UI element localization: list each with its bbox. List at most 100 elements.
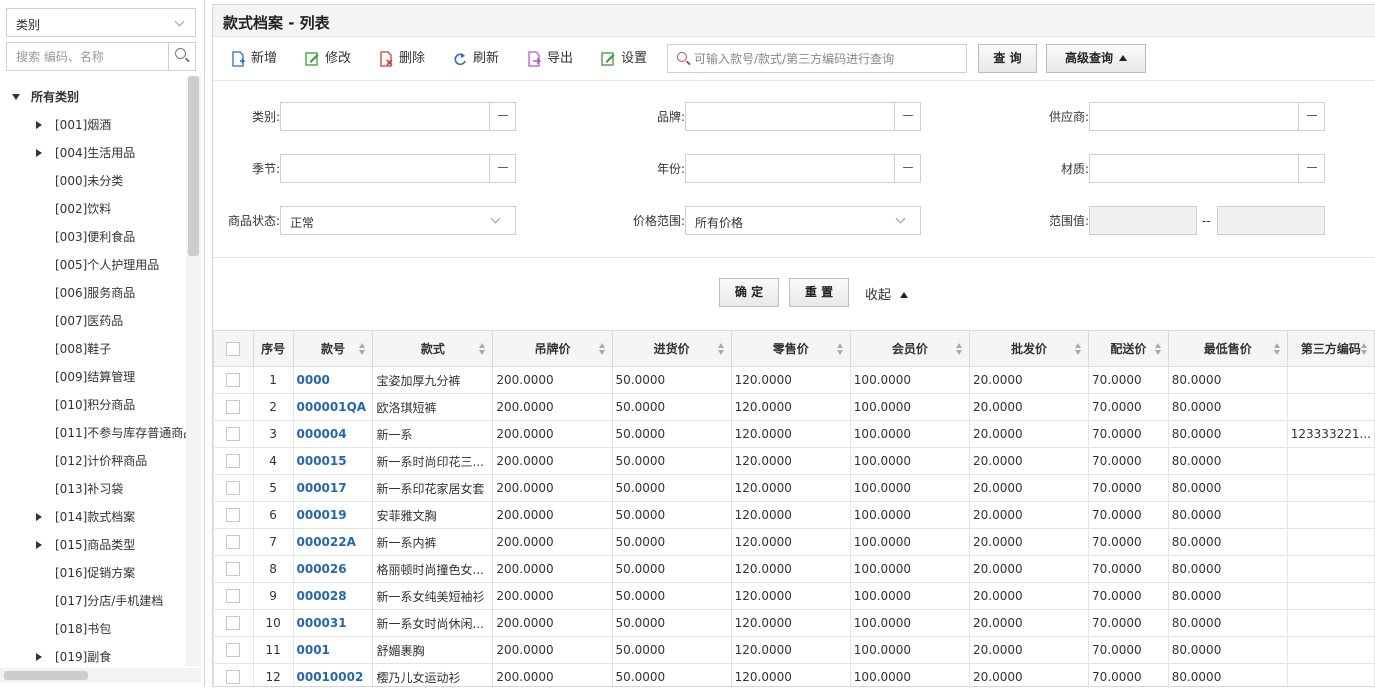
tree-item[interactable]: [000]未分类 xyxy=(0,167,186,195)
range-max-input[interactable] xyxy=(1217,206,1325,235)
table-row[interactable]: 1200010002樱乃儿女运动衫200.000050.0000120.0000… xyxy=(214,664,1375,688)
row-checkbox[interactable] xyxy=(226,643,240,657)
collapse-filters-link[interactable]: 收起 xyxy=(865,284,908,303)
table-row[interactable]: 10000宝姿加厚九分裤200.000050.0000120.0000100.0… xyxy=(214,367,1375,394)
tree-horizontal-scroll-thumb[interactable] xyxy=(4,671,88,680)
delete-button[interactable]: 删除 xyxy=(379,48,425,70)
tree-item[interactable]: [013]补习袋 xyxy=(0,475,186,503)
style-code-link[interactable]: 000022A xyxy=(293,529,373,556)
season-filter-field[interactable]: --- xyxy=(280,154,516,183)
tree-item[interactable]: [017]分店/手机建档 xyxy=(0,587,186,615)
table-row[interactable]: 7000022A新一系内裤200.000050.0000120.0000100.… xyxy=(214,529,1375,556)
tree-expand-icon[interactable] xyxy=(36,653,42,661)
tree-root-item[interactable]: 所有类别 xyxy=(0,83,186,111)
tree-item[interactable]: [001]烟酒 xyxy=(0,111,186,139)
column-header[interactable]: 第三方编码 xyxy=(1287,331,1374,367)
select-all-checkbox[interactable] xyxy=(226,342,240,356)
row-checkbox[interactable] xyxy=(226,400,240,414)
season-picker-button[interactable]: --- xyxy=(489,155,515,182)
tree-item[interactable]: [011]不参与库存普通商品 xyxy=(0,419,186,447)
sort-icon[interactable] xyxy=(718,343,725,355)
table-row[interactable]: 10000031新一系女时尚休闲...200.000050.0000120.00… xyxy=(214,610,1375,637)
add-button[interactable]: 新增 xyxy=(231,48,277,70)
material-picker-button[interactable]: --- xyxy=(1298,155,1324,182)
style-code-link[interactable]: 000001QA xyxy=(293,394,373,421)
tree-item[interactable]: [010]积分商品 xyxy=(0,391,186,419)
tree-expand-icon[interactable] xyxy=(36,149,42,157)
export-button[interactable]: 导出 xyxy=(527,48,573,70)
refresh-button[interactable]: 刷新 xyxy=(453,48,499,70)
row-checkbox[interactable] xyxy=(226,562,240,576)
query-button[interactable]: 查 询 xyxy=(978,44,1037,73)
reset-button[interactable]: 重 置 xyxy=(789,278,849,307)
column-header[interactable]: 最低售价 xyxy=(1168,331,1287,367)
sort-icon[interactable] xyxy=(956,343,963,355)
column-header[interactable]: 批发价 xyxy=(969,331,1088,367)
supplier-picker-button[interactable]: --- xyxy=(1298,103,1324,130)
status-select[interactable]: 正常 xyxy=(280,206,516,235)
style-code-link[interactable]: 000015 xyxy=(293,448,373,475)
tree-vertical-scrollbar[interactable] xyxy=(186,76,201,666)
column-header[interactable]: 会员价 xyxy=(850,331,969,367)
row-checkbox[interactable] xyxy=(226,427,240,441)
brand-picker-button[interactable]: --- xyxy=(894,103,920,130)
table-row[interactable]: 2000001QA欧洛琪短裤200.000050.0000120.0000100… xyxy=(214,394,1375,421)
sort-icon[interactable] xyxy=(599,343,606,355)
sort-icon[interactable] xyxy=(359,343,366,355)
style-code-link[interactable]: 0000 xyxy=(293,367,373,394)
column-header[interactable]: 吊牌价 xyxy=(493,331,612,367)
style-code-link[interactable]: 000031 xyxy=(293,610,373,637)
row-checkbox[interactable] xyxy=(226,589,240,603)
category-type-select[interactable]: 类别 xyxy=(6,8,196,37)
style-search-input[interactable] xyxy=(694,45,964,72)
sort-icon[interactable] xyxy=(1075,343,1082,355)
tree-collapse-icon[interactable] xyxy=(12,94,20,100)
column-header[interactable]: 序号 xyxy=(253,331,293,367)
tree-item[interactable]: [018]书包 xyxy=(0,615,186,643)
edit-button[interactable]: 修改 xyxy=(305,48,351,70)
year-picker-button[interactable]: --- xyxy=(894,155,920,182)
tree-item[interactable]: [009]结算管理 xyxy=(0,363,186,391)
style-code-link[interactable]: 000017 xyxy=(293,475,373,502)
category-search-button[interactable] xyxy=(168,43,195,70)
tree-item[interactable]: [016]促销方案 xyxy=(0,559,186,587)
brand-filter-field[interactable]: --- xyxy=(685,102,921,131)
tree-item[interactable]: [002]饮料 xyxy=(0,195,186,223)
advanced-query-button[interactable]: 高级查询 xyxy=(1046,44,1146,73)
price-range-select[interactable]: 所有价格 xyxy=(685,206,921,235)
tree-expand-icon[interactable] xyxy=(36,121,42,129)
row-checkbox[interactable] xyxy=(226,508,240,522)
tree-expand-icon[interactable] xyxy=(36,541,42,549)
category-search-input[interactable] xyxy=(7,43,167,70)
tree-item[interactable]: [012]计价秤商品 xyxy=(0,447,186,475)
table-row[interactable]: 4000015新一系时尚印花三...200.000050.0000120.000… xyxy=(214,448,1375,475)
column-header[interactable]: 进货价 xyxy=(612,331,731,367)
tree-item[interactable]: [008]鞋子 xyxy=(0,335,186,363)
column-header[interactable]: 配送价 xyxy=(1089,331,1169,367)
style-code-link[interactable]: 00010002 xyxy=(293,664,373,688)
tree-item[interactable]: [005]个人护理用品 xyxy=(0,251,186,279)
tree-horizontal-scrollbar[interactable] xyxy=(0,668,201,683)
tree-item[interactable]: [015]商品类型 xyxy=(0,531,186,559)
year-filter-field[interactable]: --- xyxy=(685,154,921,183)
row-checkbox[interactable] xyxy=(226,616,240,630)
settings-button[interactable]: 设置 xyxy=(601,48,647,70)
style-code-link[interactable]: 0001 xyxy=(293,637,373,664)
sort-icon[interactable] xyxy=(1274,343,1281,355)
tree-item[interactable]: [004]生活用品 xyxy=(0,139,186,167)
tree-item[interactable]: [003]便利食品 xyxy=(0,223,186,251)
column-header[interactable]: 款式 xyxy=(373,331,493,367)
table-row[interactable]: 6000019安菲雅文胸200.000050.0000120.0000100.0… xyxy=(214,502,1375,529)
style-code-link[interactable]: 000019 xyxy=(293,502,373,529)
confirm-button[interactable]: 确 定 xyxy=(719,278,779,307)
sort-icon[interactable] xyxy=(1361,343,1368,355)
sort-icon[interactable] xyxy=(837,343,844,355)
row-checkbox[interactable] xyxy=(226,454,240,468)
column-header[interactable]: 零售价 xyxy=(731,331,850,367)
tree-vertical-scroll-thumb[interactable] xyxy=(188,76,199,256)
supplier-filter-field[interactable]: --- xyxy=(1089,102,1325,131)
column-header[interactable]: 款号 xyxy=(293,331,373,367)
range-min-input[interactable] xyxy=(1089,206,1197,235)
style-code-link[interactable]: 000004 xyxy=(293,421,373,448)
table-row[interactable]: 5000017新一系印花家居女套200.000050.0000120.00001… xyxy=(214,475,1375,502)
